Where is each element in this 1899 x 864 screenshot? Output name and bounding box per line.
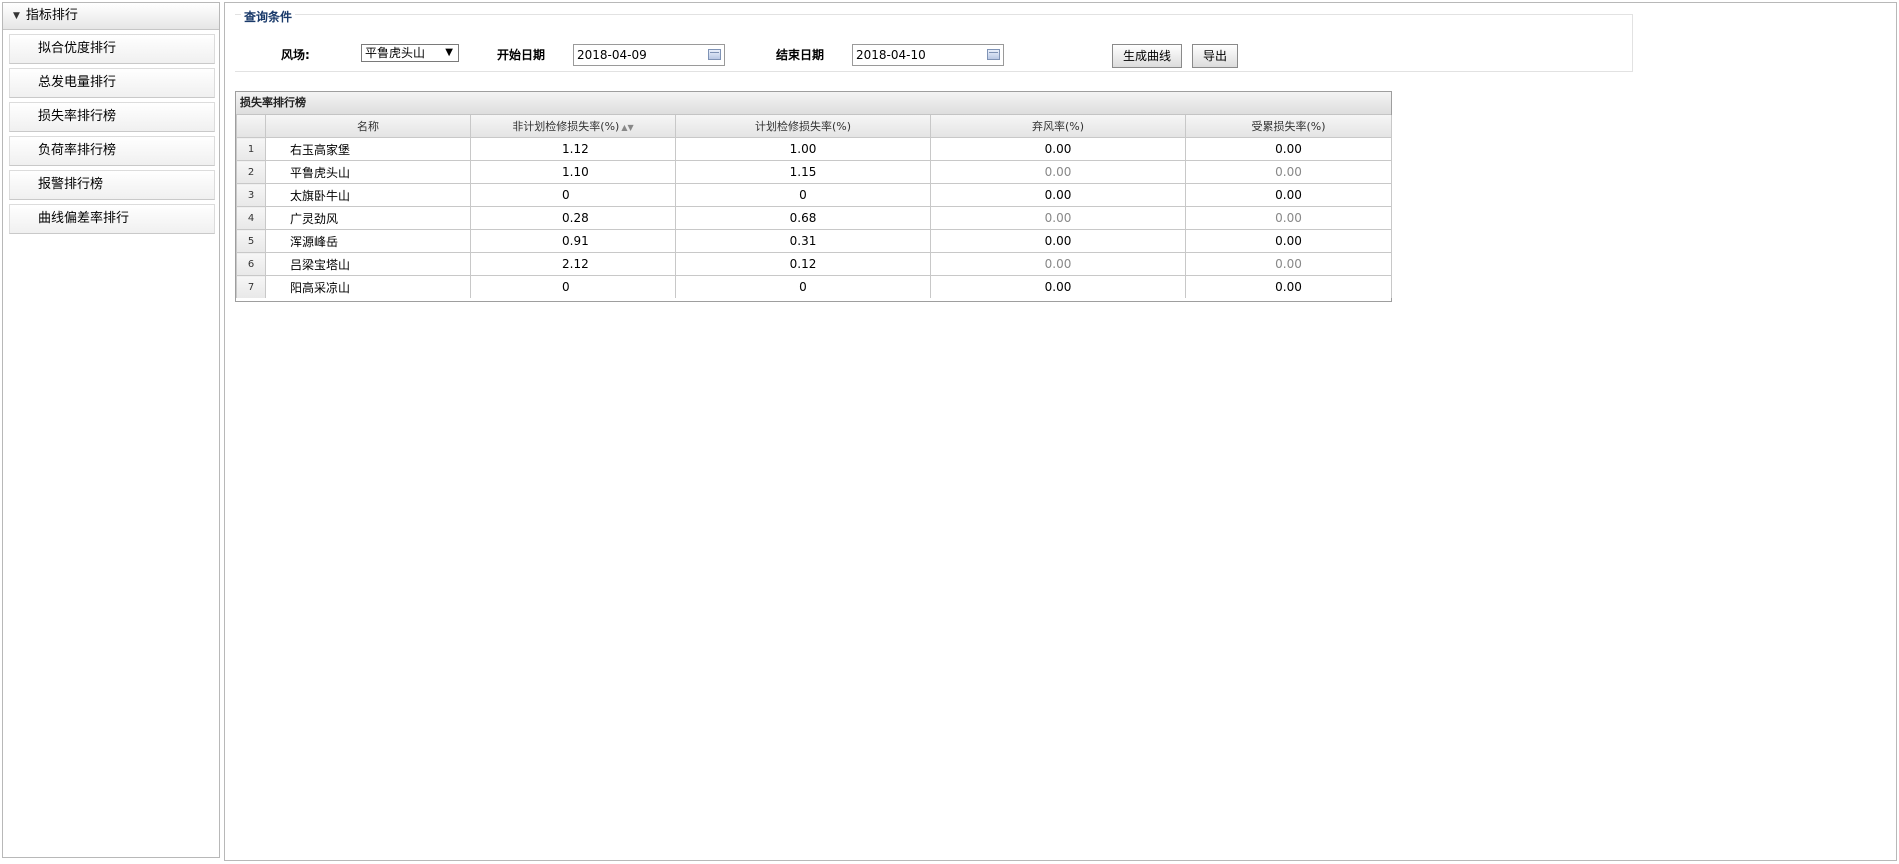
chevron-down-icon: ▼ <box>445 47 453 58</box>
end-date-input[interactable]: 2018-04-10 <box>852 44 1004 66</box>
cell-affected: 0.00 <box>1185 275 1392 298</box>
cell-curtail: 0.00 <box>930 206 1186 230</box>
row-number: 1 <box>236 137 266 161</box>
cell-planned: 0.68 <box>675 206 931 230</box>
sort-icon: ▲▼ <box>621 123 634 132</box>
end-date-label: 结束日期 <box>776 48 825 62</box>
triangle-down-icon: ▼ <box>13 11 20 21</box>
sidebar-item-alarm-ranking[interactable]: 报警排行榜 <box>9 170 215 200</box>
cell-name: 吕梁宝塔山 <box>265 252 471 276</box>
col-header-unplanned-label: 非计划检修损失率(%) <box>512 120 620 133</box>
cell-unplanned: 0.28 <box>470 206 676 230</box>
cell-planned: 0.12 <box>675 252 931 276</box>
table-title: 损失率排行榜 <box>236 92 1391 115</box>
cell-affected: 0.00 <box>1185 137 1392 161</box>
export-button[interactable]: 导出 <box>1192 44 1238 68</box>
table-row[interactable]: 3 太旗卧牛山 0 0 0.00 0.00 <box>236 183 1392 207</box>
start-date-label: 开始日期 <box>497 48 546 62</box>
start-date-value: 2018-04-09 <box>577 48 647 62</box>
query-fieldset: 风场: 平鲁虎头山 ▼ 开始日期 2018-04-09 结束日期 2018-04… <box>235 14 1633 72</box>
sidebar: ▼ 指标排行 拟合优度排行 总发电量排行 损失率排行榜 负荷率排行榜 报警排行榜 … <box>2 2 220 858</box>
col-header-planned[interactable]: 计划检修损失率(%) <box>675 115 931 138</box>
cell-unplanned: 2.12 <box>470 252 676 276</box>
cell-curtail: 0.00 <box>930 183 1186 207</box>
cell-name: 太旗卧牛山 <box>265 183 471 207</box>
cell-unplanned: 0.91 <box>470 229 676 253</box>
cell-curtail: 0.00 <box>930 160 1186 184</box>
sidebar-header[interactable]: ▼ 指标排行 <box>3 3 219 30</box>
sidebar-item-load-ranking[interactable]: 负荷率排行榜 <box>9 136 215 166</box>
end-date-value: 2018-04-10 <box>856 48 926 62</box>
calendar-icon[interactable] <box>708 49 721 60</box>
cell-affected: 0.00 <box>1185 160 1392 184</box>
sidebar-item-loss-ranking[interactable]: 损失率排行榜 <box>9 102 215 132</box>
wind-farm-label: 风场: <box>281 48 310 62</box>
cell-name: 平鲁虎头山 <box>265 160 471 184</box>
cell-name: 浑源峰岳 <box>265 229 471 253</box>
data-table: 名称 非计划检修损失率(%) ▲▼ 计划检修损失率(%) 弃风率(%) 受累损失率… <box>236 115 1392 298</box>
rownum-header <box>236 115 266 138</box>
row-number: 2 <box>236 160 266 184</box>
table-row[interactable]: 7 阳高采凉山 0 0 0.00 0.00 <box>236 275 1392 298</box>
cell-affected: 0.00 <box>1185 206 1392 230</box>
row-number: 6 <box>236 252 266 276</box>
cell-curtail: 0.00 <box>930 252 1186 276</box>
wind-farm-value: 平鲁虎头山 <box>365 46 426 60</box>
cell-planned: 0.31 <box>675 229 931 253</box>
sidebar-item-curve-deviation-ranking[interactable]: 曲线偏差率排行 <box>9 204 215 234</box>
row-number: 5 <box>236 229 266 253</box>
table-row[interactable]: 4 广灵劲风 0.28 0.68 0.00 0.00 <box>236 206 1392 230</box>
cell-planned: 0 <box>675 275 931 298</box>
cell-unplanned: 1.12 <box>470 137 676 161</box>
col-header-unplanned[interactable]: 非计划检修损失率(%) ▲▼ <box>470 115 676 138</box>
generate-curve-button[interactable]: 生成曲线 <box>1112 44 1182 68</box>
row-number: 7 <box>236 275 266 298</box>
cell-curtail: 0.00 <box>930 275 1186 298</box>
sidebar-header-label: 指标排行 <box>25 8 78 23</box>
cell-curtail: 0.00 <box>930 137 1186 161</box>
row-number: 3 <box>236 183 266 207</box>
query-title: 查询条件 <box>241 8 296 25</box>
table-row[interactable]: 5 浑源峰岳 0.91 0.31 0.00 0.00 <box>236 229 1392 253</box>
cell-unplanned: 1.10 <box>470 160 676 184</box>
cell-unplanned: 0 <box>470 183 676 207</box>
sidebar-item-fit-ranking[interactable]: 拟合优度排行 <box>9 34 215 64</box>
cell-planned: 1.00 <box>675 137 931 161</box>
cell-name: 广灵劲风 <box>265 206 471 230</box>
cell-name: 右玉高家堡 <box>265 137 471 161</box>
cell-name: 阳高采凉山 <box>265 275 471 298</box>
cell-affected: 0.00 <box>1185 252 1392 276</box>
wind-farm-select[interactable]: 平鲁虎头山 ▼ <box>361 44 459 62</box>
cell-planned: 0 <box>675 183 931 207</box>
col-header-affected[interactable]: 受累损失率(%) <box>1185 115 1392 138</box>
cell-curtail: 0.00 <box>930 229 1186 253</box>
table-row[interactable]: 1 右玉高家堡 1.12 1.00 0.00 0.00 <box>236 137 1392 161</box>
row-number: 4 <box>236 206 266 230</box>
sidebar-item-generation-ranking[interactable]: 总发电量排行 <box>9 68 215 98</box>
table-header-row: 名称 非计划检修损失率(%) ▲▼ 计划检修损失率(%) 弃风率(%) 受累损失率… <box>236 115 1392 138</box>
cell-affected: 0.00 <box>1185 183 1392 207</box>
table-row[interactable]: 6 吕梁宝塔山 2.12 0.12 0.00 0.00 <box>236 252 1392 276</box>
cell-planned: 1.15 <box>675 160 931 184</box>
cell-unplanned: 0 <box>470 275 676 298</box>
start-date-input[interactable]: 2018-04-09 <box>573 44 725 66</box>
cell-affected: 0.00 <box>1185 229 1392 253</box>
calendar-icon[interactable] <box>987 49 1000 60</box>
loss-ranking-table: 损失率排行榜 名称 非计划检修损失率(%) ▲▼ 计划检修损失率(%) 弃风率(%… <box>235 91 1392 302</box>
col-header-name[interactable]: 名称 <box>265 115 471 138</box>
main-panel: 风场: 平鲁虎头山 ▼ 开始日期 2018-04-09 结束日期 2018-04… <box>224 2 1897 861</box>
col-header-curtail[interactable]: 弃风率(%) <box>930 115 1186 138</box>
table-row[interactable]: 2 平鲁虎头山 1.10 1.15 0.00 0.00 <box>236 160 1392 184</box>
